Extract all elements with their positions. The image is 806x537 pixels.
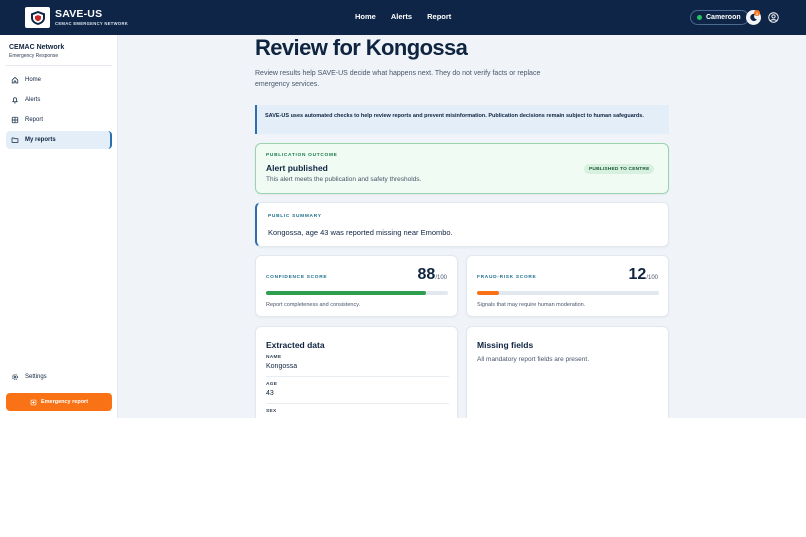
- publication-outcome-card: PUBLICATION OUTCOME Alert published This…: [255, 143, 669, 194]
- status-dot-icon: [697, 15, 702, 20]
- field-age: AGE 43: [266, 382, 449, 397]
- divider: [6, 65, 112, 66]
- field-value: 43: [266, 390, 274, 397]
- brand: SAVE-US CEMAC EMERGENCY NETWORK: [55, 8, 129, 27]
- confidence-score-card: CONFIDENCE SCORE 88/100 Report completen…: [255, 255, 458, 317]
- shield-logo-icon: [30, 10, 45, 25]
- sidebar-item-alerts[interactable]: Alerts: [6, 91, 112, 109]
- outcome-description: This alert meets the publication and saf…: [266, 176, 422, 183]
- divider: [266, 403, 449, 404]
- country-selector[interactable]: Cameroon: [690, 10, 749, 25]
- org-info: CEMAC Network Emergency Response: [9, 44, 64, 59]
- fraud-score-number: 12: [628, 266, 647, 283]
- confidence-description: Report completeness and consistency.: [266, 302, 361, 308]
- extracted-data-title: Extracted data: [266, 340, 325, 350]
- grid-icon: [11, 116, 19, 124]
- notification-badge: 1: [754, 10, 760, 16]
- folder-icon: [11, 137, 19, 143]
- sidebar-item-home[interactable]: Home: [6, 71, 112, 89]
- emergency-report-button[interactable]: Emergency report: [6, 393, 112, 411]
- field-label: SEX: [266, 409, 277, 414]
- bell-icon: [12, 97, 18, 104]
- brand-logo[interactable]: [25, 7, 50, 28]
- main-content: Review for Kongossa Review results help …: [118, 35, 806, 418]
- gear-icon: [12, 374, 18, 380]
- missing-fields-description: All mandatory report fields are present.: [477, 356, 589, 363]
- sidebar-item-my-reports[interactable]: My reports: [6, 131, 112, 149]
- summary-text: Kongossa, age 43 was reported missing ne…: [268, 228, 453, 237]
- divider: [266, 376, 449, 377]
- home-icon: [11, 77, 19, 84]
- field-name: NAME Kongossa: [266, 355, 449, 370]
- fraud-progress-fill: [477, 291, 499, 295]
- fraud-risk-score-card: FRAUD-RISK SCORE 12/100 Signals that may…: [466, 255, 669, 317]
- user-account-icon[interactable]: [768, 12, 779, 23]
- outcome-eyebrow: PUBLICATION OUTCOME: [266, 153, 338, 158]
- confidence-progress-bar: [266, 291, 448, 295]
- emergency-icon: [30, 399, 37, 405]
- confidence-progress-fill: [266, 291, 427, 295]
- status-badge: PUBLISHED TO CENTRE: [584, 164, 655, 174]
- brand-subtitle: CEMAC EMERGENCY NETWORK: [55, 21, 129, 26]
- field-label: AGE: [266, 382, 278, 387]
- nav-report[interactable]: Report: [427, 12, 451, 21]
- field-sex: SEX: [266, 409, 449, 417]
- outcome-title: Alert published: [266, 163, 328, 173]
- sidebar-item-label: Alerts: [25, 97, 41, 103]
- sidebar: CEMAC Network Emergency Response Home Al…: [0, 35, 118, 418]
- sidebar-item-label: Report: [25, 117, 44, 123]
- main-nav: Home Alerts Report: [355, 12, 451, 21]
- missing-fields-title: Missing fields: [477, 340, 534, 350]
- sidebar-item-report[interactable]: Report: [6, 111, 112, 129]
- nav-alerts[interactable]: Alerts: [391, 12, 412, 21]
- sidebar-item-label: My reports: [25, 137, 56, 143]
- sidebar-item-settings[interactable]: Settings: [6, 368, 112, 386]
- fraud-description: Signals that may require human moderatio…: [477, 302, 586, 308]
- intro-text: Review results help SAVE-US decide what …: [255, 70, 541, 88]
- org-subtitle: Emergency Response: [9, 53, 59, 59]
- sidebar-item-label: Home: [25, 77, 42, 83]
- emergency-report-label: Emergency report: [40, 399, 89, 405]
- summary-eyebrow: PUBLIC SUMMARY: [268, 214, 322, 219]
- automated-checks-notice: SAVE-US uses automated checks to help re…: [255, 105, 669, 134]
- confidence-score-number: 88: [417, 266, 436, 283]
- country-label: Cameroon: [706, 14, 741, 21]
- confidence-score-max: /100: [435, 275, 447, 281]
- fraud-progress-bar: [477, 291, 659, 295]
- fraud-score-value: 12/100: [629, 266, 658, 284]
- field-value: Kongossa: [266, 363, 298, 370]
- org-name: CEMAC Network: [9, 44, 65, 51]
- nav-home[interactable]: Home: [355, 12, 376, 21]
- top-bar: SAVE-US CEMAC EMERGENCY NETWORK Home Ale…: [0, 0, 806, 35]
- confidence-score-value: 88/100: [418, 266, 447, 284]
- public-summary-card: PUBLIC SUMMARY Kongossa, age 43 was repo…: [255, 202, 669, 247]
- fraud-score-max: /100: [646, 275, 658, 281]
- field-label: NAME: [266, 355, 282, 360]
- extracted-data-card: Extracted data NAME Kongossa AGE 43 SEX: [255, 326, 458, 418]
- page-title: Review for Kongossa: [255, 35, 468, 60]
- brand-title: SAVE-US: [55, 8, 103, 20]
- fraud-eyebrow: FRAUD-RISK SCORE: [477, 275, 537, 280]
- sidebar-item-label: Settings: [25, 374, 47, 380]
- missing-fields-card: Missing fields All mandatory report fiel…: [466, 326, 669, 418]
- confidence-eyebrow: CONFIDENCE SCORE: [266, 275, 328, 280]
